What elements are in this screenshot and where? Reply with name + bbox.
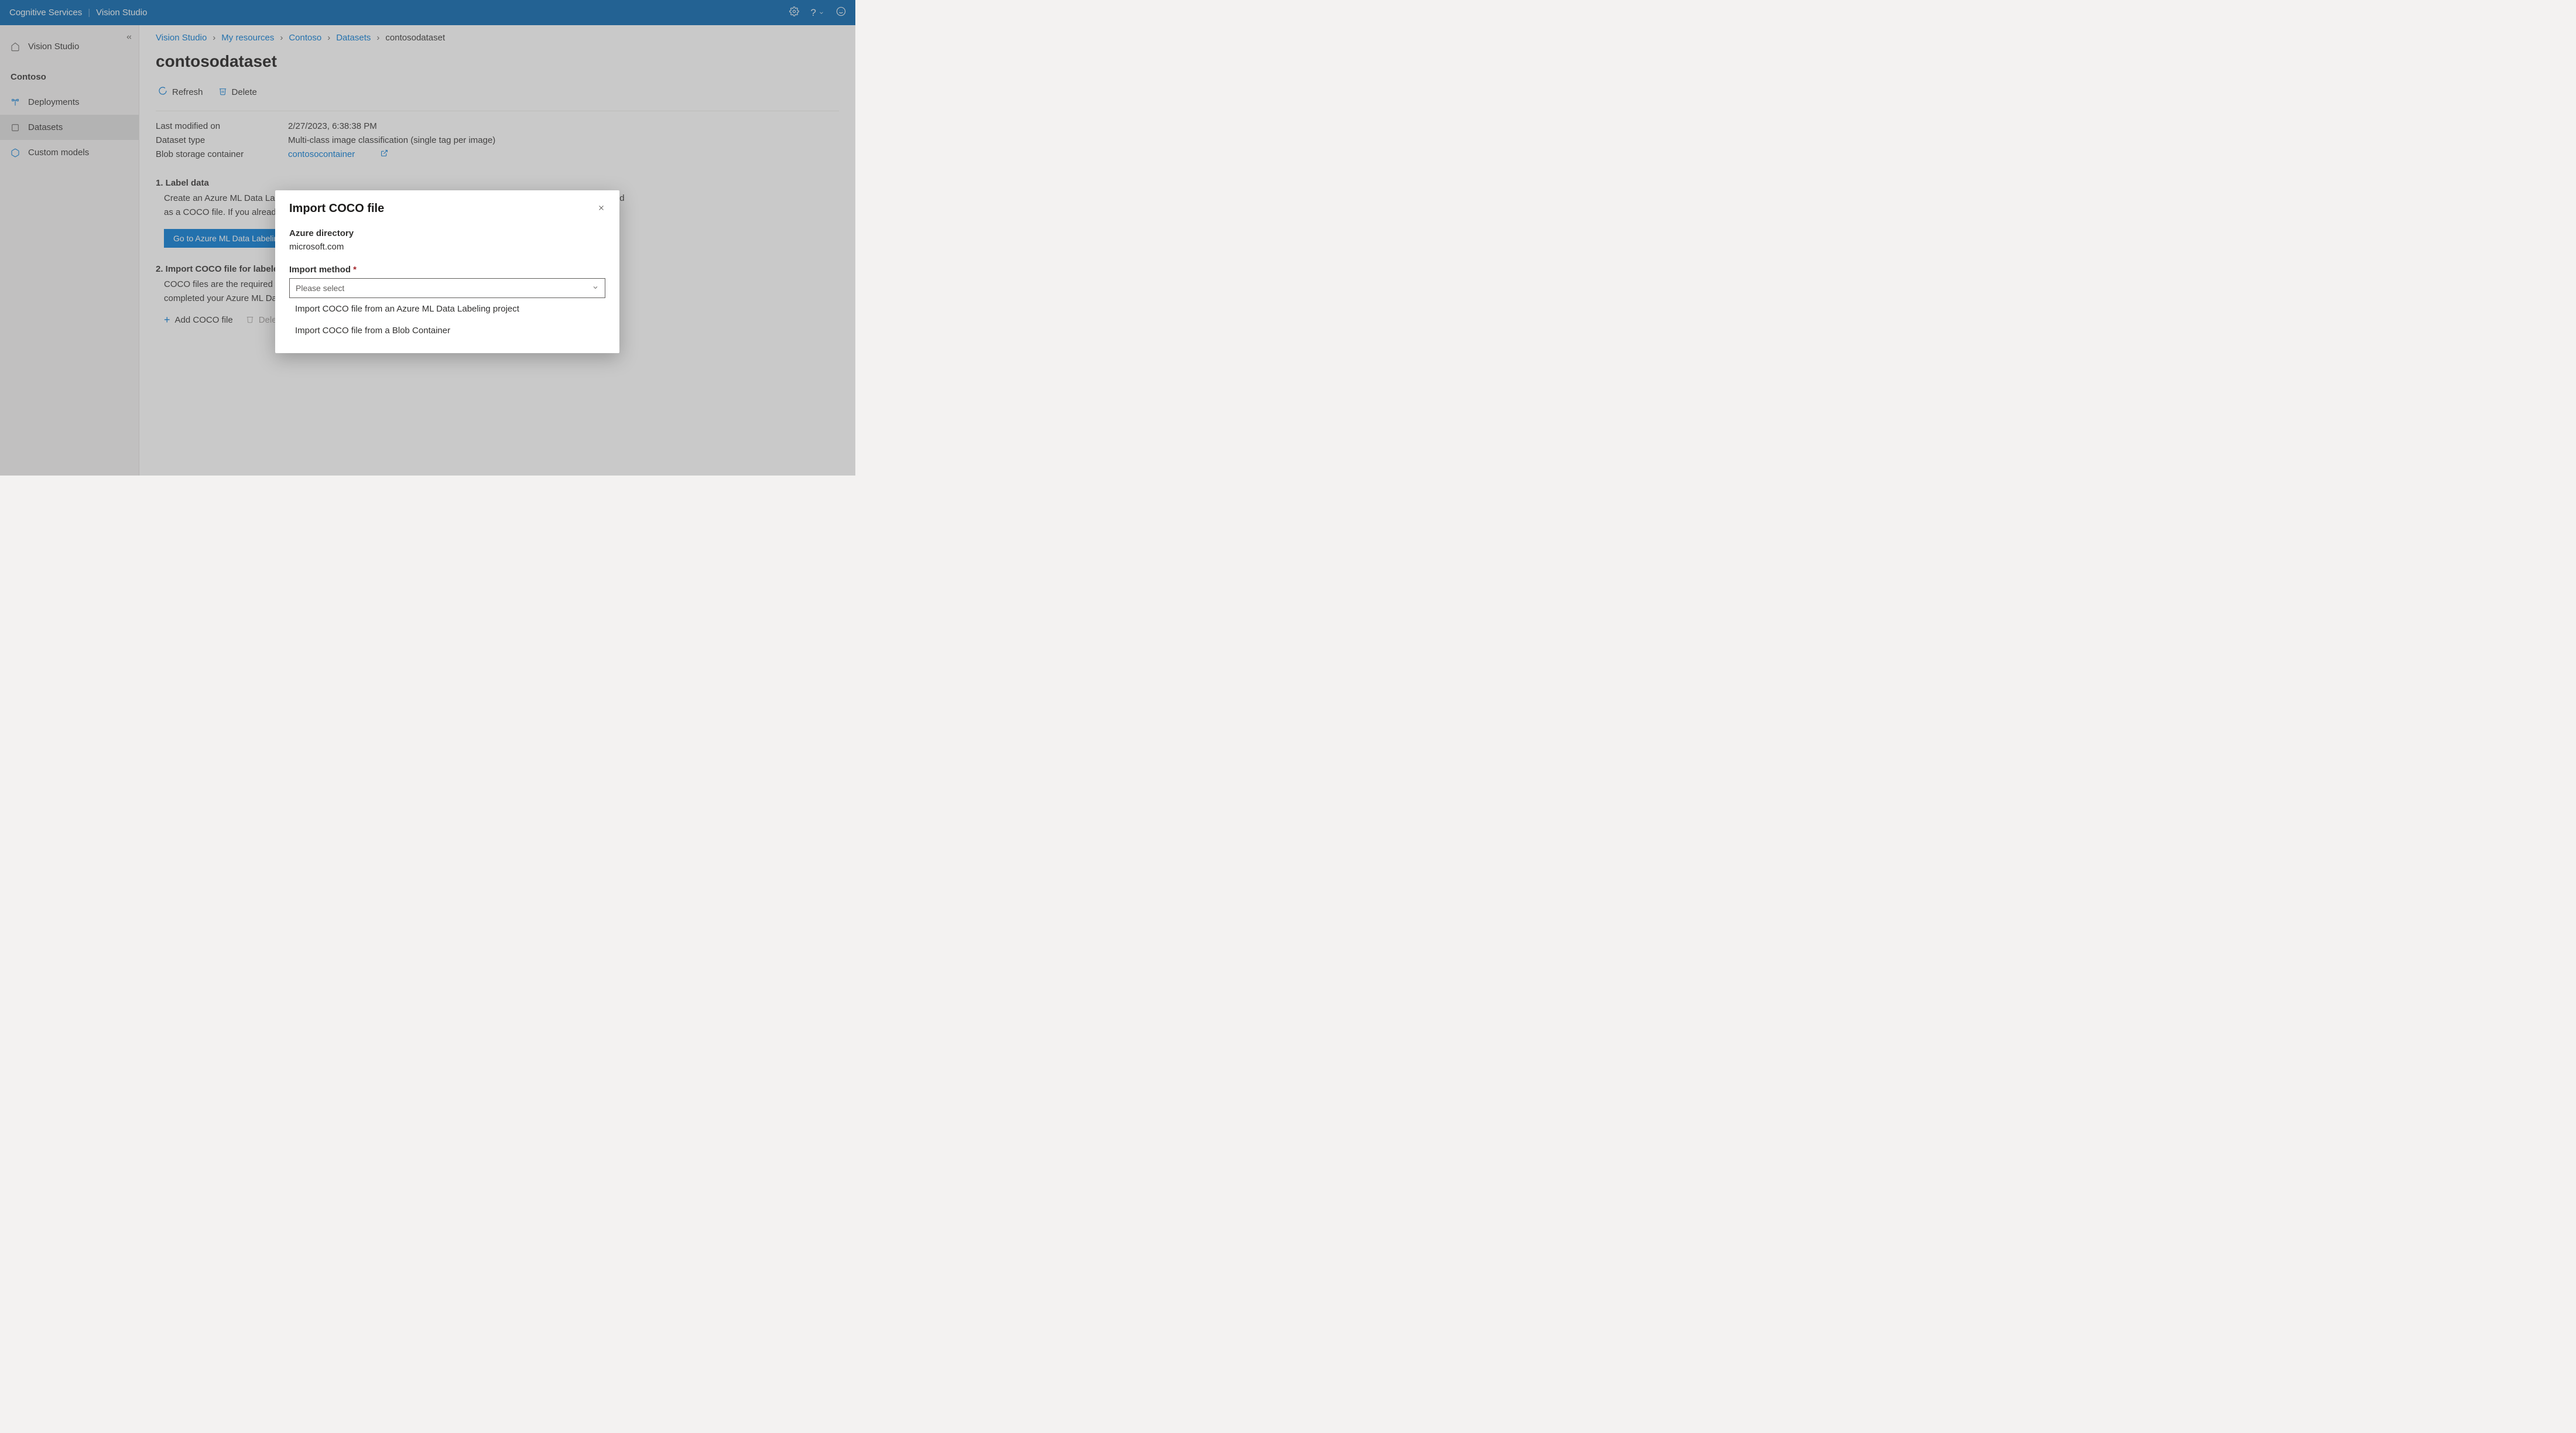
azure-directory-field: Azure directory microsoft.com	[289, 228, 605, 252]
method-label-text: Import method	[289, 265, 351, 275]
chevron-down-icon	[592, 283, 599, 293]
select-dropdown: Import COCO file from an Azure ML Data L…	[289, 298, 605, 341]
select-option-blob[interactable]: Import COCO file from a Blob Container	[289, 320, 605, 341]
modal-title: Import COCO file	[289, 202, 384, 216]
select-placeholder: Please select	[296, 283, 344, 293]
close-icon[interactable]	[597, 204, 605, 214]
import-coco-modal: Import COCO file Azure directory microso…	[275, 190, 619, 353]
required-asterisk: *	[353, 265, 357, 275]
import-method-select[interactable]: Please select	[289, 278, 605, 298]
field-value: microsoft.com	[289, 242, 605, 252]
field-label: Azure directory	[289, 228, 605, 238]
import-method-field: Import method * Please select Import COC…	[289, 265, 605, 341]
modal-header: Import COCO file	[289, 202, 605, 216]
field-label: Import method *	[289, 265, 605, 275]
select-option-azure-ml[interactable]: Import COCO file from an Azure ML Data L…	[289, 298, 605, 320]
